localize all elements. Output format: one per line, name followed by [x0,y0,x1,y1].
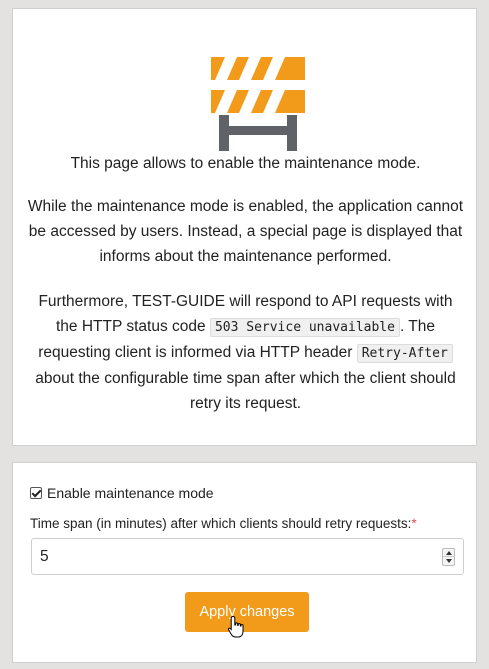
api-info-text: Furthermore, TEST-GUIDE will respond to … [27,289,464,416]
retry-timespan-input[interactable]: 5 [31,538,464,575]
api-text-3: about the configurable time span after w… [35,370,456,412]
retry-after-header-snippet: Retry-After [356,344,453,363]
apply-changes-button[interactable]: Apply changes [185,592,309,632]
required-marker: * [411,516,417,531]
increment-arrow-icon[interactable] [443,549,454,557]
decrement-arrow-icon[interactable] [443,557,454,565]
maintenance-mode-toggle[interactable]: Enable maintenance mode [30,485,214,501]
road-barrier-icon [211,57,305,151]
intro-text: This page allows to enable the maintenan… [70,155,421,172]
maintenance-info-panel: This page allows to enable the maintenan… [12,8,477,446]
description-text: While the maintenance mode is enabled, t… [27,198,464,265]
number-spinner[interactable] [442,548,455,566]
maintenance-settings-form: Enable maintenance mode Time span (in mi… [12,462,477,663]
hand-pointer-cursor-icon [227,615,244,638]
retry-timespan-label: Time span (in minutes) after which clien… [30,516,417,531]
retry-timespan-value: 5 [40,548,49,565]
maintenance-mode-label: Enable maintenance mode [47,485,214,501]
maintenance-mode-checkbox[interactable] [30,487,42,499]
status-code-snippet: 503 Service unavailable [209,318,400,337]
